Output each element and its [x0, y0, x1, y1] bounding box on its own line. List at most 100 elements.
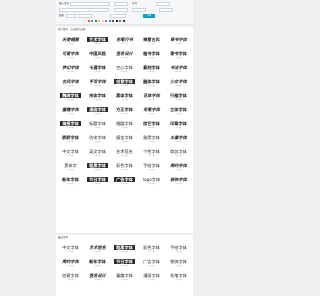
font-preview-item[interactable]: 艺术字体 金梅字体 [85, 34, 110, 48]
generate-button[interactable]: 生成 [143, 13, 155, 18]
font-preview-item[interactable]: 瘦金字体 方正字迹 [112, 132, 137, 146]
color-swatch[interactable] [105, 20, 107, 22]
font-preview-text: 中文字体 [62, 149, 79, 154]
font-preview-item[interactable]: 禅意古风 汉仪字体 [139, 34, 164, 48]
font-preview-item[interactable]: 童趣字体 方正字迹 [58, 104, 83, 118]
color-swatch[interactable] [87, 20, 90, 22]
font-preview-item[interactable]: 商务字体 方正字迹 [166, 146, 191, 160]
font-preview-item[interactable]: 楷书字体 方正字迹 [139, 48, 164, 62]
font-preview-item[interactable]: 装饰字体 方正字迹 [166, 174, 191, 188]
font-preview-item[interactable]: 少女字体 方正字迹 [166, 76, 191, 90]
font-preview-item[interactable]: 艺术签名 方正字迹 [112, 146, 137, 160]
font-preview-item[interactable]: 漫画字体 方正字迹 [139, 270, 164, 284]
color-swatch[interactable] [108, 20, 111, 22]
font-preview-item[interactable]: 花体字体 方正字迹 [139, 90, 164, 104]
size-select[interactable] [114, 1, 128, 6]
font-name-caption: 方正字迹 [121, 114, 128, 115]
color-swatch[interactable] [119, 20, 121, 22]
option-select[interactable] [114, 8, 128, 12]
font-preview-item[interactable]: 毛笔字体 方正字迹 [139, 104, 164, 118]
font-preview-item[interactable]: logo字体 方正字迹 [139, 174, 164, 188]
font-preview-item[interactable]: 魏碑字体 方正字迹 [58, 90, 83, 104]
font-preview-item[interactable]: 细圆字体 方正字迹 [112, 118, 137, 132]
color-swatch[interactable] [101, 20, 104, 22]
font-preview-item[interactable]: 篆刻字体 方正字迹 [139, 62, 164, 76]
font-search-input[interactable] [59, 8, 109, 12]
font-preview-item[interactable]: 水墨字体 方正字迹 [166, 132, 191, 146]
font-preview-item[interactable]: 装饰字体 方正字迹 [166, 256, 191, 270]
font-preview-item[interactable]: 英文字体 方正字迹 [85, 146, 110, 160]
font-preview-item[interactable]: 标题字体 方正字迹 [85, 118, 110, 132]
option-select-2[interactable] [132, 8, 146, 12]
font-preview-item[interactable]: 雅黑字体 方正字迹 [139, 132, 164, 146]
font-preview-item[interactable]: 方正字体 方正字迹 [112, 104, 137, 118]
font-preview-item[interactable]: 简约字体 方正字迹 [58, 256, 83, 270]
font-preview-item[interactable]: 可爱字体 方正字迹 [58, 48, 83, 62]
font-preview-item[interactable]: 梦幻字体 方正字迹 [58, 62, 83, 76]
font-preview-item[interactable]: 毛笔行书 方正字迹 [112, 34, 137, 48]
font-preview-item[interactable]: 广告字体 方正字迹 [139, 256, 164, 270]
font-preview-item[interactable]: 毛笔字体 方正字迹 [166, 270, 191, 284]
font-preview-item[interactable]: 中文字体 方正字迹 [58, 242, 83, 256]
font-preview-item[interactable]: 黑体字体 方正字迹 [112, 90, 137, 104]
style-select[interactable] [156, 1, 170, 6]
effect-select[interactable] [110, 13, 126, 18]
font-preview-item[interactable]: 新年字体 方正字迹 [58, 174, 83, 188]
font-preview-item[interactable]: 签名设计 方正字迹 [85, 270, 110, 284]
font-preview-item[interactable]: 仿宋字体 方正字迹 [85, 132, 110, 146]
font-preview-item[interactable]: 节日字体 方正字迹 [85, 174, 110, 188]
font-preview-text: 装饰字体 [170, 177, 187, 182]
font-preview-item[interactable]: 彩色字体 方正字迹 [112, 160, 137, 174]
font-preview-item[interactable]: 手写字体 方正字迹 [85, 76, 110, 90]
font-preview-item[interactable]: 黑体字 方正字迹 [58, 160, 83, 174]
color-swatch[interactable] [84, 20, 86, 22]
font-preview-item[interactable]: 粗黑字体 方正字迹 [112, 242, 137, 256]
font-preview-item[interactable]: 手绘字体 方正字迹 [139, 160, 164, 174]
font-preview-item[interactable]: 行楷字体 方正字迹 [166, 90, 191, 104]
font-preview-item[interactable]: 个性字体 方正字迹 [139, 146, 164, 160]
font-preview-item[interactable]: 卡通字体 方正字迹 [85, 62, 110, 76]
font-preview-item[interactable]: 艺术签名 方正字迹 [85, 242, 110, 256]
font-preview-item[interactable]: 创意字体 方正字迹 [112, 76, 137, 90]
font-preview-item[interactable]: 创意字体 方正字迹 [58, 270, 83, 284]
font-preview-item[interactable]: 空心字体 方正字迹 [112, 62, 137, 76]
font-preview-item[interactable]: 印章字体 方正字迹 [166, 118, 191, 132]
font-preview-text: 艺术字体 [87, 37, 108, 42]
bg-select[interactable] [78, 13, 92, 18]
color-select[interactable] [66, 13, 76, 18]
font-preview-item[interactable]: 粗黑字体 方正字迹 [85, 160, 110, 174]
font-preview-item[interactable]: 立体字体 方正字迹 [166, 104, 191, 118]
font-preview-item[interactable]: 综艺字体 方正字迹 [139, 118, 164, 132]
font-name-caption: 方正字迹 [121, 100, 128, 101]
font-preview-item[interactable]: 书法字体 方正字迹 [166, 62, 191, 76]
font-preview-item[interactable]: 中文字体 方正字迹 [58, 146, 83, 160]
color-swatch[interactable] [112, 20, 114, 22]
color-swatch[interactable] [115, 20, 118, 22]
font-preview-item[interactable]: 漫画字体 方正字迹 [85, 104, 110, 118]
font-preview-item[interactable]: 新年字体 方正字迹 [85, 256, 110, 270]
font-preview-item[interactable]: 古风字体 方正字迹 [58, 76, 83, 90]
font-preview-item[interactable]: 广告字体 方正字迹 [112, 174, 137, 188]
font-preview-item[interactable]: 简约字体 方正字迹 [166, 160, 191, 174]
font-preview-item[interactable]: 签名设计 汉仪字体 [112, 48, 137, 62]
font-preview-item[interactable]: 天使翅膀 方正字迹 [58, 34, 83, 48]
text-input[interactable] [70, 1, 110, 6]
font-preview-text: 卡通字体 [89, 65, 106, 70]
font-preview-text: 梦幻字体 [62, 65, 79, 70]
font-preview-item[interactable]: 隶书字体 方正字迹 [166, 48, 191, 62]
font-preview-item[interactable]: 草书字体 方正字迹 [166, 34, 191, 48]
font-preview-item[interactable]: 海报字体 方正字迹 [58, 118, 83, 132]
font-preview-item[interactable]: 圆体字体 方正字迹 [139, 76, 164, 90]
font-preview-item[interactable]: 彩色字体 方正字迹 [139, 242, 164, 256]
option-select-3[interactable] [159, 8, 173, 12]
font-preview-item[interactable]: 童趣字体 方正字迹 [112, 270, 137, 284]
font-preview-item[interactable]: 胖胖字体 方正字迹 [58, 132, 83, 146]
color-swatch[interactable] [98, 20, 100, 22]
font-preview-item[interactable]: 手绘字体 方正字迹 [166, 242, 191, 256]
color-swatch[interactable] [122, 20, 125, 22]
color-swatch[interactable] [94, 20, 97, 22]
font-preview-item[interactable]: 中国风格 方正字迹 [85, 48, 110, 62]
font-preview-item[interactable]: 节日字体 方正字迹 [112, 256, 137, 270]
font-preview-item[interactable]: 宋体字体 方正字迹 [85, 90, 110, 104]
color-swatch[interactable] [91, 20, 93, 22]
